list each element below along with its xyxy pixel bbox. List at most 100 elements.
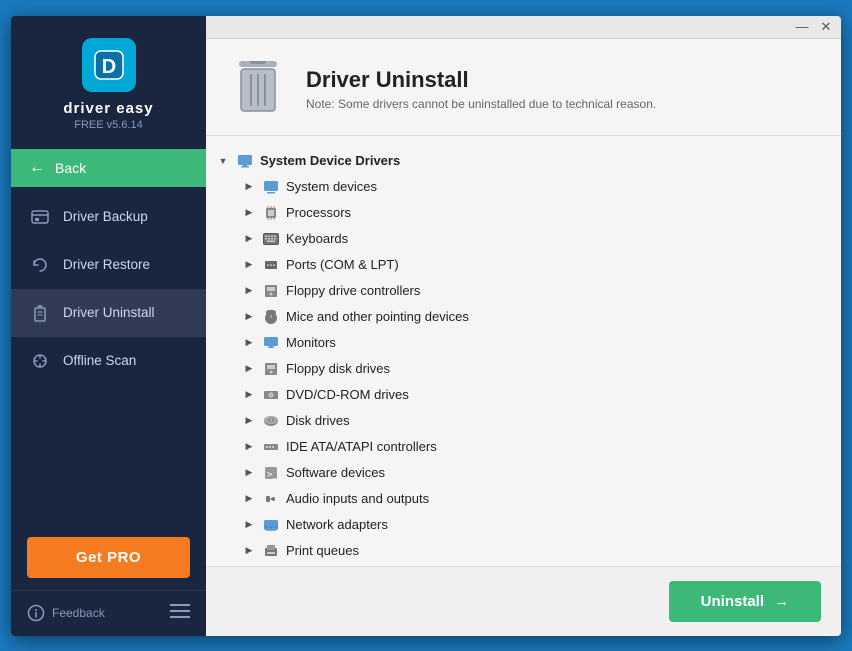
keyboards-icon bbox=[262, 230, 280, 248]
chevron-right-icon: ▶ bbox=[242, 414, 256, 428]
title-bar: — ✕ bbox=[206, 16, 841, 39]
back-button[interactable]: ← Back bbox=[11, 149, 206, 187]
print-icon bbox=[262, 542, 280, 560]
device-label-0: System devices bbox=[286, 179, 829, 194]
ide-icon bbox=[262, 438, 280, 456]
back-arrow-icon: ← bbox=[29, 159, 45, 177]
uninstall-btn-label: Uninstall bbox=[701, 593, 764, 610]
tree-child-item[interactable]: ▶ Processors bbox=[206, 200, 841, 226]
device-label-7: Floppy disk drives bbox=[286, 361, 829, 376]
chevron-right-icon: ▶ bbox=[242, 206, 256, 220]
sidebar-item-driver-uninstall[interactable]: Driver Uninstall bbox=[11, 289, 206, 337]
sidebar-nav: Driver Backup Driver Restore bbox=[11, 189, 206, 525]
tree-child-item[interactable]: ▶ Floppy drive controllers bbox=[206, 278, 841, 304]
disk-icon bbox=[262, 412, 280, 430]
feedback-label: Feedback bbox=[52, 606, 105, 620]
chevron-down-icon: ▼ bbox=[216, 154, 230, 168]
svg-text:D: D bbox=[101, 56, 115, 78]
tree-child-item[interactable]: ▶ bbox=[206, 226, 841, 252]
device-label-11: Software devices bbox=[286, 465, 829, 480]
logo-area: D driver easy FREE v5.6.14 bbox=[11, 16, 206, 147]
uninstall-label: Driver Uninstall bbox=[63, 305, 155, 320]
chevron-right-icon: ▶ bbox=[242, 284, 256, 298]
backup-label: Driver Backup bbox=[63, 209, 148, 224]
tree-child-item[interactable]: ▶ Mice and other pointing devices bbox=[206, 304, 841, 330]
tree-child-item[interactable]: ▶ >_ Software devices bbox=[206, 460, 841, 486]
audio-icon bbox=[262, 490, 280, 508]
backup-icon bbox=[29, 206, 51, 228]
device-label-5: Mice and other pointing devices bbox=[286, 309, 829, 324]
offline-scan-label: Offline Scan bbox=[63, 353, 136, 368]
chevron-right-icon: ▶ bbox=[242, 440, 256, 454]
page-subtitle: Note: Some drivers cannot be uninstalled… bbox=[306, 97, 656, 111]
device-tree: ▼ System Device Drivers ▶ bbox=[206, 144, 841, 566]
restore-icon bbox=[29, 254, 51, 276]
sidebar-footer: Feedback bbox=[11, 590, 206, 636]
sidebar-item-offline-scan[interactable]: Offline Scan bbox=[11, 337, 206, 385]
chevron-right-icon: ▶ bbox=[242, 232, 256, 246]
close-button[interactable]: ✕ bbox=[819, 20, 833, 34]
system-device-icon bbox=[236, 152, 254, 170]
tree-child-item[interactable]: ▶ Ports (COM & LPT) bbox=[206, 252, 841, 278]
software-icon: >_ bbox=[262, 464, 280, 482]
minimize-button[interactable]: — bbox=[795, 20, 809, 34]
sidebar-item-driver-backup[interactable]: Driver Backup bbox=[11, 193, 206, 241]
system-devices-icon bbox=[262, 178, 280, 196]
ports-icon bbox=[262, 256, 280, 274]
monitors-icon bbox=[262, 334, 280, 352]
device-label-14: Print queues bbox=[286, 543, 829, 558]
device-label-4: Floppy drive controllers bbox=[286, 283, 829, 298]
floppy-drive-icon bbox=[262, 360, 280, 378]
chevron-right-icon: ▶ bbox=[242, 362, 256, 376]
device-label-10: IDE ATA/ATAPI controllers bbox=[286, 439, 829, 454]
tree-child-item[interactable]: ▶ Monitors bbox=[206, 330, 841, 356]
processors-icon bbox=[262, 204, 280, 222]
tree-root-item[interactable]: ▼ System Device Drivers bbox=[206, 148, 841, 174]
device-label-12: Audio inputs and outputs bbox=[286, 491, 829, 506]
chevron-right-icon: ▶ bbox=[242, 466, 256, 480]
chevron-right-icon: ▶ bbox=[242, 388, 256, 402]
page-title: Driver Uninstall bbox=[306, 67, 656, 93]
tree-child-item[interactable]: ▶ IDE ATA/ATAPI controllers bbox=[206, 434, 841, 460]
chevron-right-icon: ▶ bbox=[242, 258, 256, 272]
device-list-container[interactable]: ▼ System Device Drivers ▶ bbox=[206, 136, 841, 566]
sidebar-item-driver-restore[interactable]: Driver Restore bbox=[11, 241, 206, 289]
tree-child-item[interactable]: ▶ Network adapters bbox=[206, 512, 841, 538]
tree-child-item[interactable]: ▶ Floppy disk drives bbox=[206, 356, 841, 382]
back-label: Back bbox=[55, 160, 86, 176]
tree-child-item[interactable]: ▶ System devices bbox=[206, 174, 841, 200]
chevron-right-icon: ▶ bbox=[242, 544, 256, 558]
logo-version: FREE v5.6.14 bbox=[74, 119, 142, 131]
device-label-13: Network adapters bbox=[286, 517, 829, 532]
logo-text: driver easy bbox=[63, 100, 153, 117]
tree-child-item[interactable]: ▶ Audio inputs and outputs bbox=[206, 486, 841, 512]
network-icon bbox=[262, 516, 280, 534]
uninstall-button[interactable]: Uninstall → bbox=[669, 581, 821, 622]
tree-child-item[interactable]: ▶ Disk drives bbox=[206, 408, 841, 434]
chevron-right-icon: ▶ bbox=[242, 310, 256, 324]
uninstall-icon bbox=[29, 302, 51, 324]
menu-icon[interactable] bbox=[170, 603, 190, 624]
chevron-right-icon: ▶ bbox=[242, 336, 256, 350]
get-pro-button[interactable]: Get PRO bbox=[27, 537, 190, 578]
content-title-area: Driver Uninstall Note: Some drivers cann… bbox=[306, 67, 656, 111]
chevron-right-icon: ▶ bbox=[242, 518, 256, 532]
device-label-6: Monitors bbox=[286, 335, 829, 350]
app-window: D driver easy FREE v5.6.14 ← Back Driver… bbox=[11, 16, 841, 636]
feedback-button[interactable]: Feedback bbox=[27, 604, 105, 622]
device-label-3: Ports (COM & LPT) bbox=[286, 257, 829, 272]
chevron-right-icon: ▶ bbox=[242, 180, 256, 194]
tree-child-item[interactable]: ▶ Print queues bbox=[206, 538, 841, 564]
uninstall-arrow-icon: → bbox=[774, 593, 789, 610]
content-header: Driver Uninstall Note: Some drivers cann… bbox=[206, 39, 841, 136]
footer-bar: Uninstall → bbox=[206, 566, 841, 636]
chevron-right-icon: ▶ bbox=[242, 492, 256, 506]
device-label-8: DVD/CD-ROM drives bbox=[286, 387, 829, 402]
device-label-9: Disk drives bbox=[286, 413, 829, 428]
device-label-1: Processors bbox=[286, 205, 829, 220]
floppy-ctrl-icon bbox=[262, 282, 280, 300]
mice-icon bbox=[262, 308, 280, 326]
sidebar: D driver easy FREE v5.6.14 ← Back Driver… bbox=[11, 16, 206, 636]
tree-child-item[interactable]: ▶ DVD/CD-ROM drives bbox=[206, 382, 841, 408]
root-device-label: System Device Drivers bbox=[260, 153, 829, 168]
